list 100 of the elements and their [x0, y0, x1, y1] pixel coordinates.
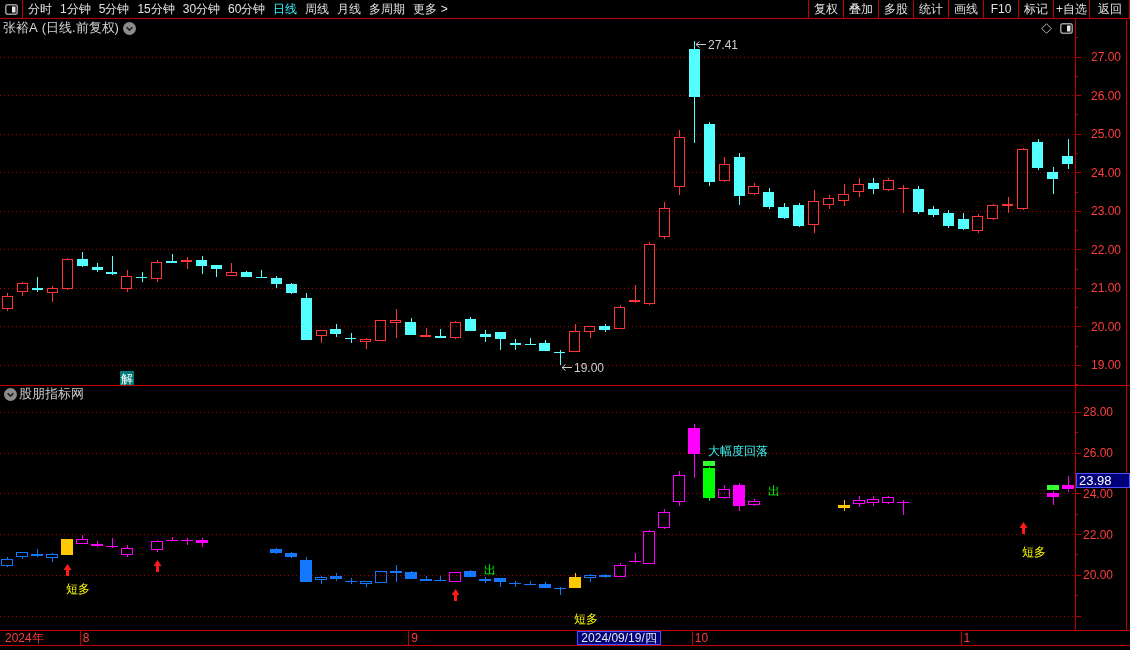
candle	[77, 251, 88, 268]
candle	[301, 292, 312, 341]
candle	[644, 241, 655, 306]
candle	[524, 580, 536, 586]
candle	[434, 575, 446, 582]
candle	[345, 332, 356, 344]
candle	[360, 581, 372, 588]
candle	[584, 573, 596, 583]
axis-label: 19.00	[1091, 358, 1122, 373]
candle	[1002, 196, 1013, 214]
diamond-icon[interactable]	[1041, 22, 1052, 34]
period-tab[interactable]: 15分钟	[133, 0, 179, 18]
candle	[464, 569, 476, 578]
candle	[286, 282, 297, 295]
candle	[748, 182, 759, 196]
price-label: 27.41	[708, 38, 739, 52]
candle	[196, 537, 208, 548]
candle	[390, 564, 402, 583]
candle	[614, 562, 626, 577]
candle	[450, 320, 461, 340]
axis-label: 22.00	[1091, 242, 1122, 257]
period-tab[interactable]: 日线	[269, 0, 302, 18]
panel-icon[interactable]	[1060, 22, 1073, 34]
candle	[718, 484, 730, 500]
period-tab[interactable]: 30分钟	[178, 0, 225, 18]
toolbar-button[interactable]: +自选	[1053, 0, 1089, 18]
panel-icon	[4, 3, 18, 15]
candle	[928, 205, 939, 218]
candle	[405, 570, 417, 580]
candle	[1032, 138, 1043, 171]
bar-marker-icon	[703, 461, 715, 466]
period-tab[interactable]: 更多 >	[409, 0, 452, 18]
period-tab[interactable]: 周线	[301, 0, 334, 18]
period-tab[interactable]: 分时	[24, 0, 56, 18]
candle	[509, 580, 521, 588]
dropdown-icon[interactable]	[4, 387, 17, 401]
candle	[166, 253, 177, 264]
candle	[823, 194, 834, 210]
candle	[106, 255, 117, 276]
period-tab[interactable]: 多周期	[365, 0, 410, 18]
up-arrow-icon	[1019, 522, 1028, 534]
period-tab[interactable]: 月线	[333, 0, 366, 18]
candle	[465, 316, 476, 332]
candle	[435, 328, 446, 339]
candle	[1017, 147, 1028, 211]
candle	[375, 571, 387, 583]
candle	[211, 264, 222, 278]
price-label: 19.00	[574, 361, 605, 375]
toolbar-button[interactable]: 返回	[1089, 0, 1130, 18]
axis-label: 2024/09/19/四	[577, 631, 661, 645]
candle	[315, 575, 327, 585]
candle	[1, 556, 13, 568]
candle	[196, 255, 207, 275]
candle	[92, 262, 103, 273]
period-tab[interactable]: 60分钟	[224, 0, 270, 18]
candle	[31, 548, 43, 558]
axis-label: 26.00	[1091, 88, 1122, 103]
candle	[241, 270, 252, 278]
axis-label: 20.00	[1091, 319, 1122, 334]
candle	[539, 581, 551, 589]
signal-label: 短多	[573, 611, 598, 626]
candle	[121, 544, 133, 558]
candle	[525, 337, 536, 346]
candle	[151, 259, 162, 283]
candle	[674, 129, 685, 196]
up-arrow-icon	[153, 560, 162, 572]
candle	[1047, 166, 1058, 195]
period-label: (日线.前复权)	[41, 19, 119, 37]
signal-label: 出	[484, 562, 497, 577]
candle	[1047, 490, 1059, 506]
candle	[32, 276, 43, 293]
axis-label: 20.00	[1083, 568, 1114, 583]
candle	[808, 189, 819, 234]
candle	[494, 577, 506, 588]
pointer-icon	[695, 41, 707, 48]
candle	[867, 495, 879, 507]
candle	[360, 337, 371, 350]
period-tab[interactable]: 5分钟	[94, 0, 134, 18]
candle	[673, 470, 685, 507]
candle	[913, 185, 924, 215]
candle	[629, 284, 640, 304]
candle	[734, 152, 745, 206]
period-tab[interactable]: 1分钟	[56, 0, 95, 18]
axis-label: 21.00	[1091, 281, 1122, 296]
dropdown-icon[interactable]	[122, 21, 136, 35]
candle	[330, 323, 341, 338]
signal-label: 大幅度回落	[708, 443, 769, 458]
candle	[958, 212, 969, 231]
candle	[943, 209, 954, 229]
candle	[896, 499, 910, 516]
axis-label: 24.00	[1083, 486, 1114, 501]
candle	[1062, 138, 1073, 170]
candle	[987, 203, 998, 221]
candle	[180, 537, 194, 546]
axis-label: 1	[960, 631, 971, 645]
candle	[166, 536, 178, 542]
candle	[16, 552, 28, 560]
candle	[853, 495, 865, 508]
axis-label: 26.00	[1083, 446, 1114, 461]
candle	[658, 508, 670, 530]
